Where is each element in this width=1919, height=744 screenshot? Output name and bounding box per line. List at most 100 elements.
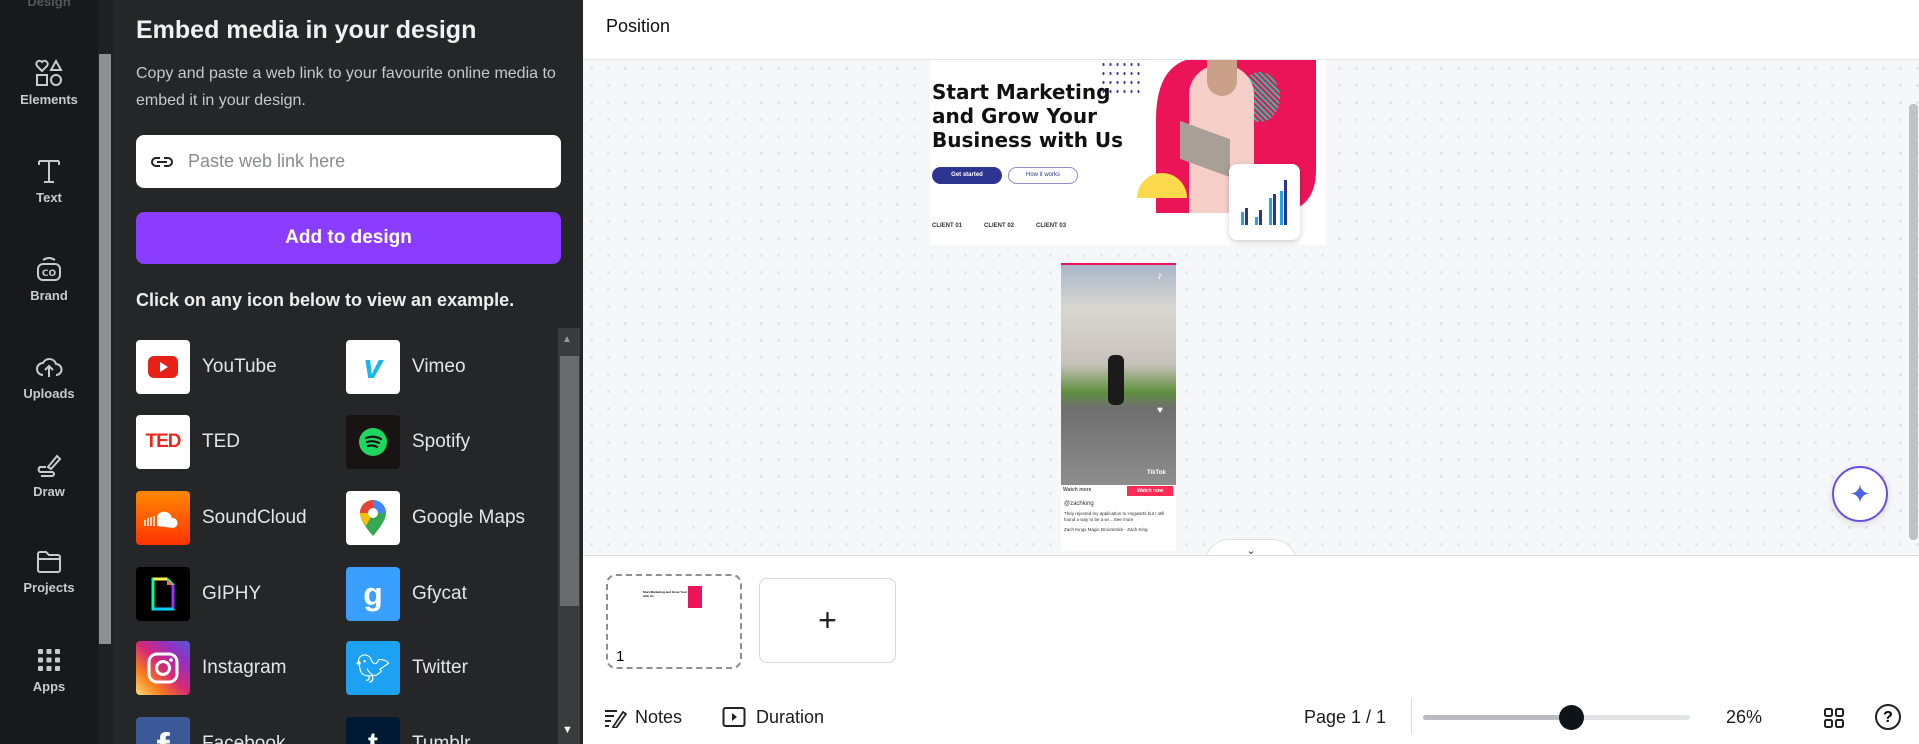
divider bbox=[1411, 698, 1412, 734]
twitter-bird-icon: 🐦︎ bbox=[346, 641, 400, 695]
media-twitter[interactable]: 🐦︎ Twitter bbox=[346, 641, 468, 695]
page-number: 1 bbox=[616, 648, 625, 665]
media-label: Google Maps bbox=[412, 507, 526, 528]
watch-now-button[interactable]: Watch now bbox=[1127, 486, 1173, 496]
nav-label: Draw bbox=[33, 484, 65, 499]
chevron-down-icon: ⌄ bbox=[1246, 545, 1256, 555]
zoom-percentage[interactable]: 26% bbox=[1726, 707, 1762, 728]
media-tumblr[interactable]: t Tumblr bbox=[346, 717, 470, 744]
tiktok-embed[interactable]: ♪ ♥ TikTok Watch more Watch now @zachkin… bbox=[1061, 263, 1176, 551]
nav-brand[interactable]: CO Brand bbox=[0, 254, 98, 303]
duration-button[interactable]: Duration bbox=[722, 706, 824, 728]
sparkle-icon: ✦ bbox=[1849, 478, 1871, 509]
tumblr-icon: t bbox=[346, 717, 400, 744]
notes-button[interactable]: Notes bbox=[603, 706, 682, 728]
bar-chart-icon bbox=[1241, 180, 1287, 225]
zoom-slider-knob[interactable] bbox=[1558, 705, 1584, 730]
media-spotify[interactable]: Spotify bbox=[346, 415, 470, 469]
design-page[interactable]: Start Marketing and Grow Your Business w… bbox=[930, 60, 1326, 245]
vimeo-icon: v bbox=[346, 340, 400, 394]
media-soundcloud[interactable]: SoundCloud bbox=[136, 491, 307, 545]
zoom-slider[interactable] bbox=[1423, 705, 1690, 730]
tiktok-watermark: TikTok bbox=[1147, 470, 1166, 476]
add-page-button[interactable]: + bbox=[759, 578, 896, 663]
nav-label: Design bbox=[27, 0, 71, 9]
media-label: Instagram bbox=[202, 657, 287, 678]
nav-label: Elements bbox=[20, 92, 78, 107]
panel-description: Copy and paste a web link to your favour… bbox=[136, 65, 556, 109]
canvas-scrollbar[interactable] bbox=[1909, 104, 1918, 540]
gfycat-icon: g bbox=[346, 567, 400, 621]
media-giphy[interactable]: GIPHY bbox=[136, 567, 261, 621]
client-logo: CLIENT 01 bbox=[932, 223, 963, 229]
upload-cloud-icon bbox=[36, 358, 63, 377]
nav-draw[interactable]: Draw bbox=[0, 450, 98, 499]
media-label: Gfycat bbox=[412, 583, 467, 604]
web-link-input[interactable] bbox=[188, 151, 528, 172]
tiktok-username[interactable]: @zachking bbox=[1064, 501, 1094, 507]
tiktok-sound: Zach Kings Magic Broomstick - Zach King bbox=[1064, 527, 1148, 532]
media-youtube[interactable]: YouTube bbox=[136, 340, 277, 394]
magic-assistant-button[interactable]: ✦ bbox=[1832, 466, 1888, 522]
media-google-maps[interactable]: Google Maps bbox=[346, 491, 525, 545]
nav-label: Brand bbox=[30, 288, 68, 303]
media-ted[interactable]: TED TED bbox=[136, 415, 240, 469]
web-link-field[interactable] bbox=[136, 135, 561, 188]
media-label: Spotify bbox=[412, 431, 471, 452]
folder-icon bbox=[37, 551, 61, 573]
media-instagram[interactable]: Instagram bbox=[136, 641, 286, 695]
how-it-works-button: How it works bbox=[1008, 167, 1078, 184]
apps-grid-icon bbox=[38, 649, 60, 671]
soundcloud-icon bbox=[136, 491, 190, 545]
tiktok-caption: They rejected my application to Hogwarts… bbox=[1064, 511, 1165, 522]
watch-more-label: Watch more bbox=[1063, 487, 1092, 493]
nav-label: Text bbox=[36, 190, 62, 205]
scroll-down-arrow-icon[interactable]: ▼ bbox=[562, 724, 573, 736]
notes-icon bbox=[605, 710, 627, 728]
duration-label: Duration bbox=[756, 706, 825, 727]
nav-label: Apps bbox=[32, 679, 66, 694]
nav-apps[interactable]: Apps bbox=[0, 645, 98, 694]
page-thumbnail[interactable]: Start Marketing and Grow Your Business w… bbox=[606, 574, 742, 669]
flying-person bbox=[1108, 355, 1124, 405]
media-label: SoundCloud bbox=[202, 507, 307, 528]
show-pages-toggle[interactable]: ⌄ bbox=[1205, 539, 1297, 555]
position-button[interactable]: Position bbox=[606, 16, 670, 37]
media-label: Vimeo bbox=[412, 356, 466, 377]
client-logos: CLIENT 01 CLIENT 02 CLIENT 03 bbox=[932, 223, 1066, 229]
nav-uploads[interactable]: Uploads bbox=[0, 352, 98, 401]
media-facebook[interactable]: f Facebook bbox=[136, 717, 285, 744]
media-label: YouTube bbox=[202, 356, 277, 377]
embed-panel: Embed media in your design Copy and past… bbox=[113, 0, 583, 744]
plus-icon: + bbox=[818, 602, 837, 638]
nav-text[interactable]: Text bbox=[0, 156, 98, 205]
notes-label: Notes bbox=[635, 706, 683, 727]
tiktok-logo-icon: ♪ bbox=[1157, 270, 1163, 282]
svg-text:CO: CO bbox=[42, 269, 57, 279]
facebook-icon: f bbox=[136, 717, 190, 744]
nav-design[interactable]: Design bbox=[0, 0, 98, 9]
nav-scrollbar-thumb[interactable] bbox=[99, 54, 111, 644]
media-label: TED bbox=[202, 431, 240, 452]
editor-footer: Start Marketing and Grow Your Business w… bbox=[583, 555, 1919, 744]
link-icon bbox=[151, 156, 173, 167]
heart-icon[interactable]: ♥ bbox=[1157, 405, 1163, 416]
help-icon[interactable]: ? bbox=[1875, 704, 1901, 730]
nav-elements[interactable]: Elements bbox=[0, 58, 98, 107]
media-vimeo[interactable]: v Vimeo bbox=[346, 340, 466, 394]
google-maps-pin-icon bbox=[346, 491, 400, 545]
youtube-icon bbox=[136, 340, 190, 394]
scroll-up-arrow-icon[interactable]: ▲ bbox=[562, 334, 572, 345]
instagram-icon bbox=[136, 641, 190, 695]
chart-card bbox=[1229, 164, 1300, 240]
spotify-icon bbox=[346, 415, 400, 469]
nav-label: Projects bbox=[23, 580, 75, 595]
panel-scrollbar-thumb[interactable] bbox=[560, 356, 579, 606]
design-canvas[interactable]: Start Marketing and Grow Your Business w… bbox=[583, 60, 1919, 555]
media-label: Twitter bbox=[412, 657, 468, 678]
nav-projects[interactable]: Projects bbox=[0, 546, 98, 595]
client-logo: CLIENT 02 bbox=[984, 223, 1015, 229]
add-to-design-button[interactable]: Add to design bbox=[136, 212, 561, 264]
media-gfycat[interactable]: g Gfycat bbox=[346, 567, 467, 621]
grid-view-icon[interactable] bbox=[1823, 707, 1845, 729]
